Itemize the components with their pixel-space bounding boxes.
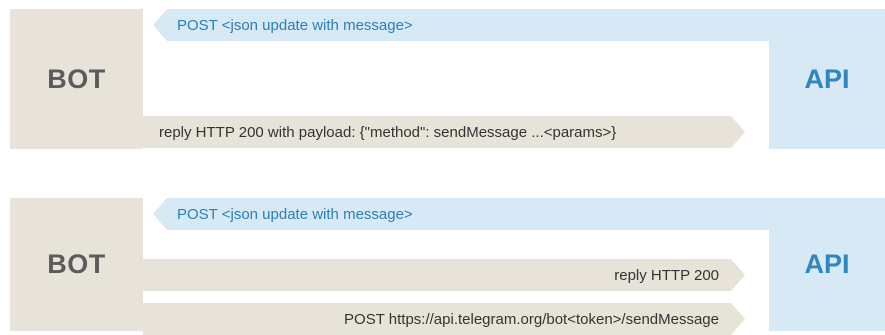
arrow-label: POST <json update with message> [177, 205, 413, 223]
incoming-update-arrow: POST <json update with message> [153, 9, 769, 41]
arrow-label: POST <json update with message> [177, 16, 413, 34]
incoming-update-arrow: POST <json update with message> [153, 198, 769, 230]
arrow-label: POST https://api.telegram.org/bot<token>… [344, 310, 719, 328]
bot-label: BOT [47, 249, 106, 279]
bot-label: BOT [47, 63, 106, 94]
api-box: API [769, 198, 885, 331]
send-message-request-arrow: POST https://api.telegram.org/bot<token>… [143, 303, 745, 335]
reply-http-200-arrow: reply HTTP 200 [143, 259, 745, 291]
bot-box: BOT [10, 9, 143, 149]
bot-box: BOT [10, 198, 143, 331]
api-label: API [804, 63, 850, 94]
api-label: API [804, 249, 850, 279]
arrow-label: reply HTTP 200 with payload: {"method": … [159, 123, 617, 141]
webhook-reply-panel: BOT API POST <json update with message> … [10, 9, 885, 149]
arrow-label: reply HTTP 200 [614, 266, 719, 284]
separate-request-panel: BOT API POST <json update with message> … [10, 198, 885, 331]
api-box: API [769, 9, 885, 149]
reply-with-payload-arrow: reply HTTP 200 with payload: {"method": … [143, 116, 745, 148]
